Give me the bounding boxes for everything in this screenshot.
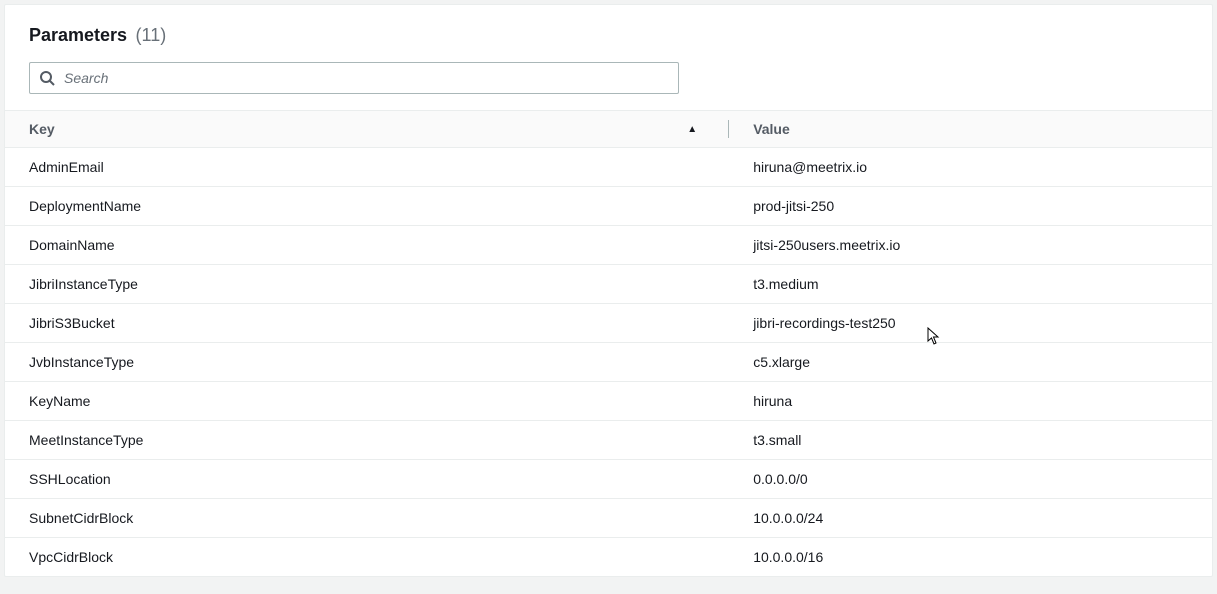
parameters-panel: Parameters (11) Key ▲ bbox=[4, 4, 1213, 577]
table-row: SubnetCidrBlock10.0.0.0/24 bbox=[5, 499, 1212, 538]
parameter-value: 0.0.0.0/0 bbox=[729, 460, 1212, 499]
panel-header: Parameters (11) bbox=[5, 5, 1212, 62]
table-row: AdminEmailhiruna@meetrix.io bbox=[5, 148, 1212, 187]
table-row: VpcCidrBlock10.0.0.0/16 bbox=[5, 538, 1212, 577]
parameter-key: SubnetCidrBlock bbox=[5, 499, 729, 538]
parameter-value: t3.small bbox=[729, 421, 1212, 460]
parameter-value: c5.xlarge bbox=[729, 343, 1212, 382]
parameter-key: KeyName bbox=[5, 382, 729, 421]
parameter-key: JibriInstanceType bbox=[5, 265, 729, 304]
search-box bbox=[29, 62, 679, 94]
search-input[interactable] bbox=[29, 62, 679, 94]
parameter-key: DomainName bbox=[5, 226, 729, 265]
parameter-key: VpcCidrBlock bbox=[5, 538, 729, 577]
table-row: DeploymentNameprod-jitsi-250 bbox=[5, 187, 1212, 226]
table-row: DomainNamejitsi-250users.meetrix.io bbox=[5, 226, 1212, 265]
parameters-table: Key ▲ Value AdminEmailhiruna@meetrix.ioD… bbox=[5, 110, 1212, 576]
parameter-value: hiruna@meetrix.io bbox=[729, 148, 1212, 187]
column-header-value-label: Value bbox=[753, 121, 790, 137]
search-wrapper bbox=[5, 62, 1212, 110]
parameter-value: jibri-recordings-test250 bbox=[729, 304, 1212, 343]
column-header-key-label: Key bbox=[29, 121, 55, 137]
parameter-value: jitsi-250users.meetrix.io bbox=[729, 226, 1212, 265]
parameters-table-wrapper: Key ▲ Value AdminEmailhiruna@meetrix.ioD… bbox=[5, 110, 1212, 576]
table-row: JibriInstanceTypet3.medium bbox=[5, 265, 1212, 304]
parameter-key: SSHLocation bbox=[5, 460, 729, 499]
parameter-value: t3.medium bbox=[729, 265, 1212, 304]
parameter-key: AdminEmail bbox=[5, 148, 729, 187]
table-row: JibriS3Bucketjibri-recordings-test250 bbox=[5, 304, 1212, 343]
parameter-value: 10.0.0.0/16 bbox=[729, 538, 1212, 577]
table-row: KeyNamehiruna bbox=[5, 382, 1212, 421]
parameter-value: hiruna bbox=[729, 382, 1212, 421]
panel-count: (11) bbox=[136, 25, 167, 45]
table-row: JvbInstanceTypec5.xlarge bbox=[5, 343, 1212, 382]
panel-title: Parameters bbox=[29, 25, 127, 45]
parameter-value: 10.0.0.0/24 bbox=[729, 499, 1212, 538]
parameter-key: JibriS3Bucket bbox=[5, 304, 729, 343]
parameter-key: DeploymentName bbox=[5, 187, 729, 226]
column-header-key[interactable]: Key ▲ bbox=[5, 111, 729, 148]
table-row: SSHLocation0.0.0.0/0 bbox=[5, 460, 1212, 499]
parameter-key: JvbInstanceType bbox=[5, 343, 729, 382]
column-header-value[interactable]: Value bbox=[729, 111, 1212, 148]
sort-ascending-icon: ▲ bbox=[687, 124, 697, 135]
parameter-value: prod-jitsi-250 bbox=[729, 187, 1212, 226]
table-row: MeetInstanceTypet3.small bbox=[5, 421, 1212, 460]
parameter-key: MeetInstanceType bbox=[5, 421, 729, 460]
